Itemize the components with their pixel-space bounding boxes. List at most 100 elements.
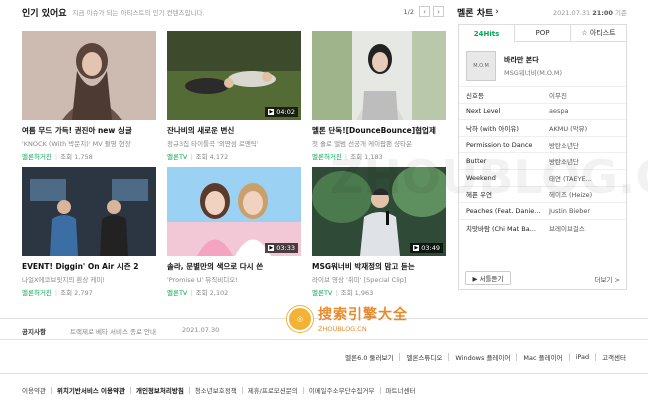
song-title[interactable]: 치맛바람 (Chi Mat Ba... xyxy=(459,223,545,233)
thumbnail[interactable]: ▶ 03:33 xyxy=(167,167,301,256)
view-count: 조회 4,172 xyxy=(195,153,229,161)
song-title[interactable]: Next Level xyxy=(459,107,545,115)
chart-top-item[interactable]: M.O.M 바라만 본다 MSG워너비(M.O.M) xyxy=(466,48,626,84)
footer-link[interactable]: 개인정보처리방침 xyxy=(136,385,184,395)
content-card[interactable]: ▶ 04:02 잔나비의 새로운 변신 정규3집 타이틀곡 '외딴섬 로맨틱' 멜… xyxy=(167,31,301,161)
more-link[interactable]: 더보기 > xyxy=(595,274,620,284)
song-artist[interactable]: 이무진 xyxy=(545,90,623,100)
footer-link[interactable]: 파트너센터 xyxy=(386,385,416,395)
watermark-subtitle: ZHOUBLOG.CN xyxy=(318,325,367,333)
content-card[interactable]: 여름 무드 가득! 권진아 new 싱글 'KNOCK (With 박문치)' … xyxy=(22,31,156,161)
channel-name[interactable]: 멜론TV xyxy=(167,289,187,297)
app-link[interactable]: Mac 플레이어 xyxy=(523,352,562,362)
view-count: 조회 2,102 xyxy=(195,289,229,297)
top-song-artist[interactable]: MSG워너비(M.O.M) xyxy=(504,67,562,77)
album-cover[interactable]: M.O.M xyxy=(466,51,496,81)
song-title[interactable]: Peaches (Feat. Danie... xyxy=(459,207,545,215)
song-artist[interactable]: 태연 (TAEYE... xyxy=(545,173,623,183)
card-subtitle: 정규3집 타이틀곡 '외딴섬 로맨틱' xyxy=(167,140,259,148)
tab-artist[interactable]: ☆ 아티스트 xyxy=(571,24,627,42)
card-title[interactable]: 솔라, 문별만의 색으로 다시 쓴 xyxy=(167,261,301,272)
tab-pop[interactable]: POP xyxy=(515,24,571,42)
notice-text[interactable]: 트랙제로 베타 서비스 종료 안내 xyxy=(70,326,156,336)
chart-row[interactable]: 헤픈 우연 헤이즈 (Heize) xyxy=(459,185,626,203)
song-artist[interactable]: 방탄소년단 xyxy=(545,140,623,150)
song-title[interactable]: 헤픈 우연 xyxy=(459,189,545,199)
card-meta: 멜론허거진 | 조회 1,758 xyxy=(22,153,93,161)
app-link[interactable]: iPad xyxy=(576,353,590,361)
popular-section: 인기 있어요 지금 이슈가 되는 아티스트의 인기 컨텐츠입니다. 1/2 ‹ … xyxy=(22,4,446,297)
chart-row[interactable]: 낙하 (with 아이유) AKMU (악뮤) xyxy=(459,119,626,136)
thumbnail[interactable] xyxy=(22,31,156,120)
next-page-button[interactable]: › xyxy=(433,6,444,17)
card-title[interactable]: 잔나비의 새로운 변신 xyxy=(167,125,301,136)
footer-link[interactable]: 청소년보호정책 xyxy=(195,385,237,395)
song-title[interactable]: 낙하 (with 아이유) xyxy=(459,123,545,133)
chart-row[interactable]: 신호등 이무진 xyxy=(459,86,626,103)
channel-name[interactable]: 멜론허거진 xyxy=(22,153,52,161)
duration-badge: ▶ 04:02 xyxy=(265,107,298,117)
tab-24hits[interactable]: 24Hits xyxy=(458,24,515,42)
card-meta: 멜론허거진 | 조회 2,797 xyxy=(22,289,93,297)
chart-date: 2021.07.31 21:00 기준 xyxy=(552,9,627,17)
card-title[interactable]: EVENT! Diggin' On Air 시즌 2 xyxy=(22,261,156,272)
app-link[interactable]: 멜론6.0 둘러보기 xyxy=(345,352,393,362)
song-title[interactable]: 신호등 xyxy=(459,90,545,100)
footer-link[interactable]: 이메일주소무단수집거부 xyxy=(309,385,375,395)
song-artist[interactable]: 브레이브걸스 xyxy=(545,223,623,233)
chart-rows: 신호등 이무진 Next Level aespa 낙하 (with 아이유) AKMU… xyxy=(459,86,626,235)
song-title[interactable]: Permission to Dance xyxy=(459,141,545,149)
chart-row[interactable]: 치맛바람 (Chi Mat Ba... 브레이브걸스 xyxy=(459,218,626,236)
content-card[interactable]: 멜론 단독![DounceBounce]협업제 첫 솔로 앨범 선공개 케이팝팬… xyxy=(312,31,446,161)
song-artist[interactable]: aespa xyxy=(545,107,623,115)
footer-link[interactable]: 제휴/프로모션문의 xyxy=(248,385,298,395)
divider xyxy=(0,373,648,374)
card-title[interactable]: 여름 무드 가득! 권진아 new 싱글 xyxy=(22,125,156,136)
card-subtitle: 나얼X에코브릿지의 환상 케미! xyxy=(22,276,105,284)
card-title[interactable]: MSG워너비 박재정의 맘고 듣는 xyxy=(312,261,446,272)
channel-name[interactable]: 멜론TV xyxy=(167,153,187,161)
song-artist[interactable]: Justin Bieber xyxy=(545,207,623,215)
thumbnail[interactable] xyxy=(312,31,446,120)
content-card[interactable]: ▶ 03:49 MSG워너비 박재정의 맘고 듣는 라이브 영상 '취미' [Sp… xyxy=(312,167,446,297)
chart-row[interactable]: Peaches (Feat. Danie... Justin Bieber xyxy=(459,202,626,219)
top-song-title[interactable]: 바라만 본다 xyxy=(504,55,562,65)
card-subtitle: 'Promise U' 뮤직비디오! xyxy=(167,276,238,284)
channel-name[interactable]: 멜론TV xyxy=(312,289,332,297)
content-card[interactable]: ▶ 03:33 솔라, 문별만의 색으로 다시 쓴 'Promise U' 뮤직비… xyxy=(167,167,301,297)
footer-link[interactable]: 위치기반서비스 이용약관 xyxy=(57,385,125,395)
song-title[interactable]: Butter xyxy=(459,157,545,165)
chart-title[interactable]: 멜론 차트 xyxy=(457,6,493,19)
app-link[interactable]: 고객센터 xyxy=(602,352,626,362)
app-link[interactable]: Windows 플레이어 xyxy=(455,352,510,362)
thumbnail[interactable] xyxy=(22,167,156,256)
channel-name[interactable]: 멜론허거진 xyxy=(312,153,342,161)
song-artist[interactable]: 헤이즈 (Heize) xyxy=(545,189,623,199)
content-card[interactable]: EVENT! Diggin' On Air 시즌 2 나얼X에코브릿지의 환상 … xyxy=(22,167,156,297)
listen-all-button[interactable]: ▶ 서틀듣기 xyxy=(465,271,511,285)
prev-page-button[interactable]: ‹ xyxy=(419,6,430,17)
channel-name[interactable]: 멜론허거진 xyxy=(22,289,52,297)
thumbnail[interactable]: ▶ 03:49 xyxy=(312,167,446,256)
chart-row[interactable]: Weekend 태연 (TAEYE... xyxy=(459,168,626,186)
chart-row[interactable]: Permission to Dance 방탄소년단 xyxy=(459,135,626,153)
play-icon: ▶ xyxy=(268,109,275,115)
chart-list: M.O.M 바라만 본다 MSG워너비(M.O.M) 신호등 이무진 Next L… xyxy=(458,42,627,290)
song-title[interactable]: Weekend xyxy=(459,174,545,182)
footer-link[interactable]: 이용약관 xyxy=(22,385,46,395)
duration-badge: ▶ 03:49 xyxy=(410,243,443,253)
thumbnail[interactable]: ▶ 04:02 xyxy=(167,31,301,120)
watermark-icon: ◎ xyxy=(287,305,313,332)
page-indicator: 1/2 xyxy=(403,7,414,16)
watermark-logo: ◎ 搜索引擎大全 ZHOUBLOG.CN xyxy=(287,304,408,333)
card-title[interactable]: 멜론 단독![DounceBounce]협업제 xyxy=(312,125,446,136)
app-link[interactable]: 멜론스튜디오 xyxy=(406,352,442,362)
chevron-left-icon: ‹ xyxy=(423,7,426,16)
chart-row[interactable]: Next Level aespa xyxy=(459,102,626,120)
watermark-title: 搜索引擎大全 xyxy=(318,307,408,323)
chart-row[interactable]: Butter 방탄소년단 xyxy=(459,152,626,169)
card-subtitle: 라이브 영상 '취미' [Special Clip] xyxy=(312,276,407,284)
song-artist[interactable]: AKMU (악뮤) xyxy=(545,123,623,133)
card-meta: 멜론TV | 조회 2,102 xyxy=(167,289,229,297)
song-artist[interactable]: 방탄소년단 xyxy=(545,156,623,166)
